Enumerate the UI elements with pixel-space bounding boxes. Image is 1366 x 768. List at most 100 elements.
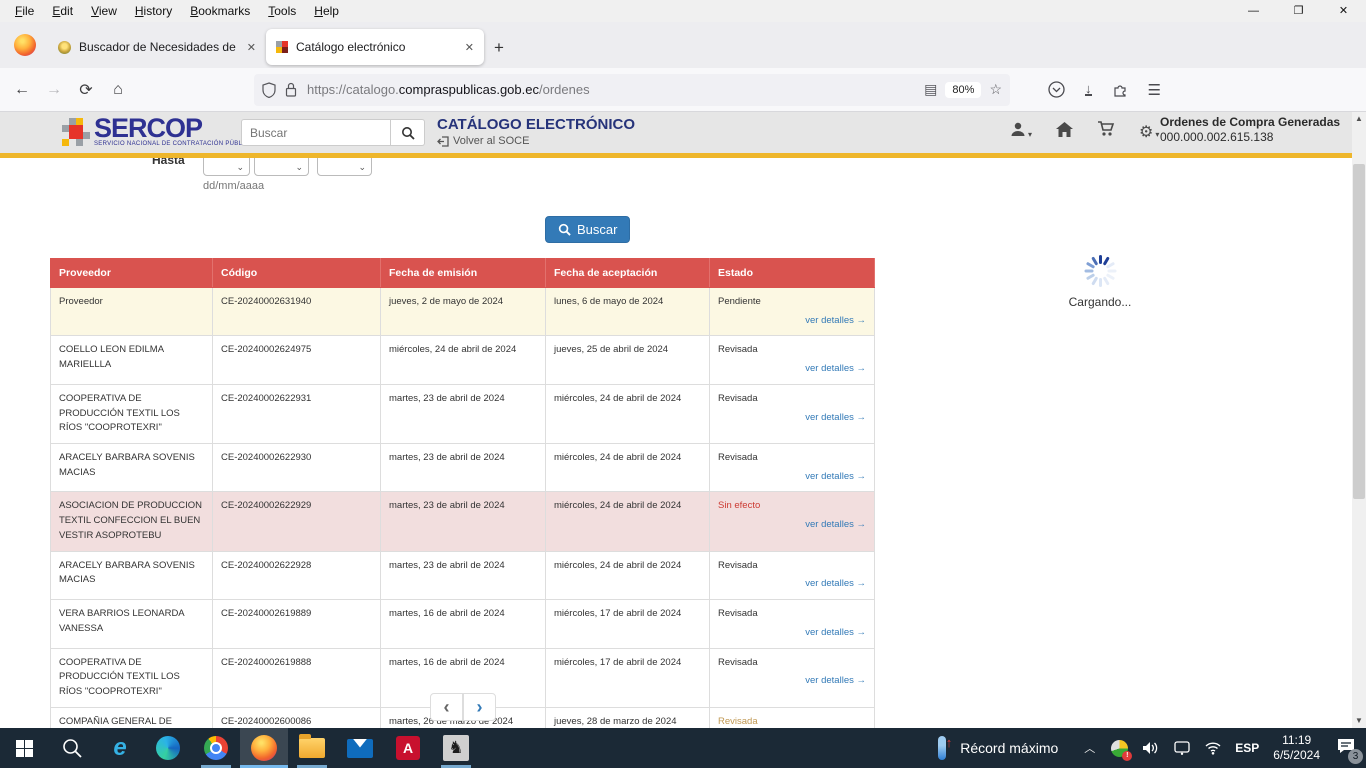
tab-close-icon[interactable]: ✕ (465, 41, 474, 54)
clock[interactable]: 11:19 6/5/2024 (1273, 733, 1320, 763)
date: 6/5/2024 (1273, 748, 1320, 763)
antivirus-icon[interactable] (1111, 740, 1128, 757)
emission-date: martes, 16 de abril de 2024 (381, 600, 546, 648)
taskbar-edge[interactable] (144, 728, 192, 768)
user-menu[interactable]: ▾ (1010, 121, 1032, 142)
tray-expand-icon[interactable]: ︿ (1084, 740, 1095, 756)
taskbar-explorer[interactable] (288, 728, 336, 768)
restore-button[interactable]: ❐ (1276, 0, 1321, 22)
url-bar[interactable]: https://catalogo.compraspublicas.gob.ec/… (254, 74, 1010, 106)
sercop-logo[interactable]: SERCOP SERVICIO NACIONAL DE CONTRATACIÓN… (94, 115, 253, 147)
reload-icon[interactable]: ⟳ (70, 80, 102, 100)
menu-tools[interactable]: Tools (261, 2, 303, 20)
close-button[interactable]: ✕ (1321, 0, 1366, 22)
orders-table-body: Proveedor CE-20240002631940 jueves, 2 de… (51, 288, 875, 729)
scroll-up-icon[interactable]: ▲ (1352, 112, 1366, 126)
search-icon (401, 126, 415, 140)
ver-detalles-link[interactable]: ver detalles → (718, 674, 866, 689)
forward-icon[interactable]: → (38, 81, 70, 99)
tab-catalogo[interactable]: Catálogo electrónico ✕ (266, 29, 484, 65)
lock-icon[interactable] (285, 82, 297, 97)
home-icon[interactable]: ⌂ (102, 81, 134, 99)
downloads-icon[interactable]: ↓ (1085, 83, 1092, 96)
zoom-level[interactable]: 80% (945, 82, 981, 98)
status-label: Revisada (718, 656, 866, 671)
menu-file[interactable]: File (8, 2, 41, 20)
display-connect-icon[interactable] (1173, 740, 1191, 756)
ver-detalles-link[interactable]: ver detalles → (718, 470, 866, 485)
home-button[interactable] (1056, 122, 1073, 142)
date-day-select[interactable]: ⌄ (203, 158, 250, 176)
scrollbar-thumb[interactable] (1353, 164, 1365, 499)
emission-date: jueves, 2 de mayo de 2024 (381, 288, 546, 336)
settings-menu[interactable]: ⚙▾ (1139, 122, 1159, 142)
scroll-down-icon[interactable]: ▼ (1352, 714, 1366, 728)
sercop-logo-icon (62, 118, 90, 146)
provider-name: COOPERATIVA DE PRODUCCIÓN TEXTIL LOS RÍO… (59, 657, 180, 697)
prev-page-button[interactable]: ‹ (430, 693, 463, 721)
tab-close-icon[interactable]: ✕ (247, 41, 256, 54)
provider-name: ARACELY BARBARA SOVENIS MACIAS (59, 560, 195, 586)
weather-text[interactable]: Récord máximo (960, 740, 1058, 756)
taskbar-search-button[interactable] (48, 728, 96, 768)
catalog-search-button[interactable] (391, 119, 425, 146)
bookmark-star-icon[interactable]: ☆ (989, 81, 1002, 98)
start-button[interactable] (0, 728, 48, 768)
firefox-icon[interactable] (14, 34, 36, 56)
ver-detalles-link[interactable]: ver detalles → (718, 362, 866, 377)
pocket-icon[interactable] (1048, 81, 1065, 98)
arrow-right-icon: → (857, 412, 867, 423)
volume-icon[interactable] (1142, 740, 1160, 756)
page-title: CATÁLOGO ELECTRÓNICO (437, 116, 635, 133)
taskbar-java-app[interactable]: ♞ (432, 728, 480, 768)
ver-detalles-link[interactable]: ver detalles → (718, 577, 866, 592)
shield-icon[interactable] (262, 82, 276, 98)
ver-detalles-link[interactable]: ver detalles → (718, 411, 866, 426)
loading-indicator: Cargando... (1060, 253, 1140, 309)
minimize-button[interactable]: — (1231, 0, 1276, 22)
ver-detalles-link[interactable]: ver detalles → (718, 518, 866, 533)
page-scrollbar[interactable]: ▲ ▼ (1352, 112, 1366, 728)
tab-buscador[interactable]: Buscador de Necesidades de Co ✕ (48, 29, 266, 65)
date-month-select[interactable]: ⌄ (254, 158, 309, 176)
menu-history[interactable]: History (128, 2, 179, 20)
taskbar-mail[interactable] (336, 728, 384, 768)
notification-center-icon[interactable]: 3 (1336, 737, 1356, 760)
date-year-select[interactable]: ⌄ (317, 158, 372, 176)
menu-help[interactable]: Help (307, 2, 346, 20)
notification-badge: 3 (1348, 749, 1363, 764)
search-icon (558, 223, 571, 236)
status-label: Revisada (718, 451, 866, 466)
back-icon[interactable]: ← (6, 81, 38, 99)
new-tab-button[interactable]: + (494, 38, 504, 58)
volver-soce-link[interactable]: Volver al SOCE (437, 135, 635, 147)
buscar-button[interactable]: Buscar (545, 216, 630, 243)
extensions-icon[interactable] (1112, 82, 1128, 98)
language-indicator[interactable]: ESP (1235, 741, 1259, 755)
status-label: Revisada (718, 392, 866, 407)
catalog-search-input[interactable] (241, 119, 391, 146)
weather-icon[interactable]: ↑ (936, 736, 952, 760)
cart-button[interactable] (1097, 121, 1115, 142)
sercop-favicon (276, 41, 288, 53)
taskbar-ie[interactable]: e (96, 728, 144, 768)
java-app-icon: ♞ (443, 735, 469, 761)
provider-name: Proveedor (59, 296, 103, 307)
ver-detalles-link[interactable]: ver detalles → (718, 314, 866, 329)
wifi-icon[interactable] (1204, 741, 1222, 755)
col-estado: Estado (710, 259, 875, 288)
menu-edit[interactable]: Edit (45, 2, 80, 20)
taskbar-acrobat[interactable]: A (384, 728, 432, 768)
menu-bookmarks[interactable]: Bookmarks (183, 2, 257, 20)
menu-view[interactable]: View (84, 2, 124, 20)
user-icon (1010, 121, 1026, 137)
url-text[interactable]: https://catalogo.compraspublicas.gob.ec/… (307, 82, 924, 97)
taskbar-chrome[interactable] (192, 728, 240, 768)
app-menu-icon[interactable]: ☰ (1148, 81, 1161, 99)
next-page-button[interactable]: › (463, 693, 496, 721)
orders-label: Ordenes de Compra Generadas (1160, 115, 1340, 129)
acceptance-date: miércoles, 24 de abril de 2024 (546, 492, 710, 551)
taskbar-firefox[interactable] (240, 728, 288, 768)
ver-detalles-link[interactable]: ver detalles → (718, 626, 866, 641)
reader-mode-icon[interactable]: ▤ (924, 81, 937, 98)
